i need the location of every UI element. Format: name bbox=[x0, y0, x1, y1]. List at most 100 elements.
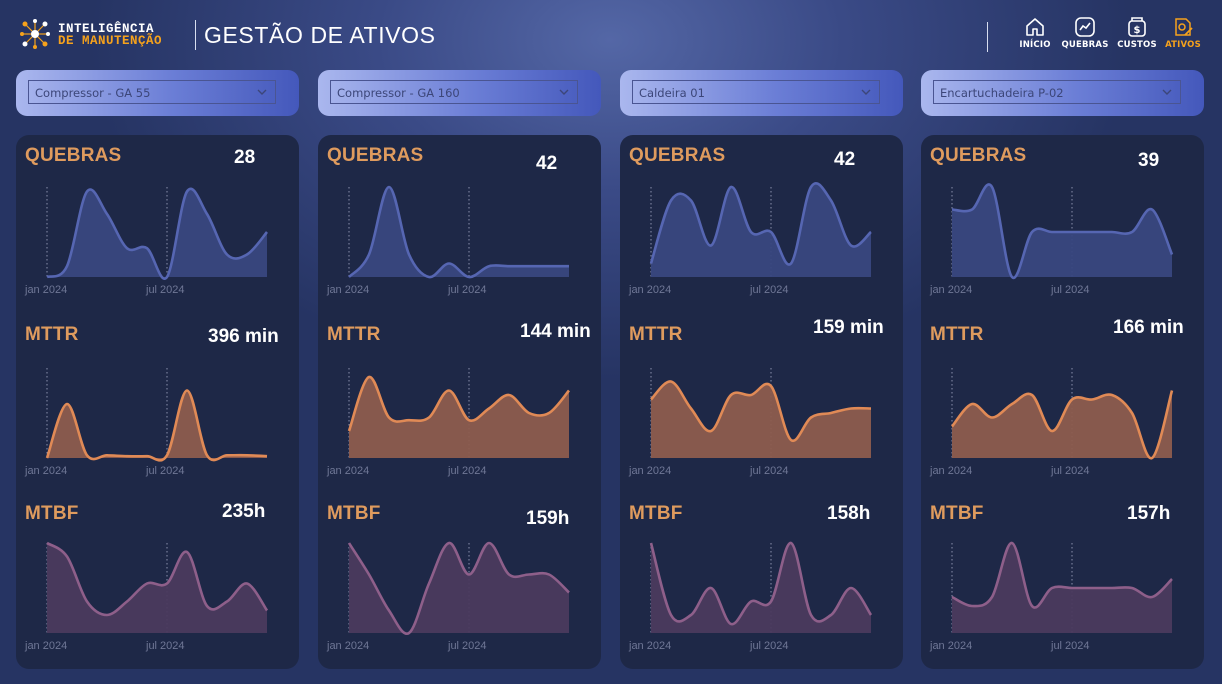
home-icon bbox=[1026, 18, 1044, 36]
x-tick-label: jul 2024 bbox=[145, 640, 185, 652]
x-tick-label: jul 2024 bbox=[1050, 284, 1090, 296]
x-tick-label: jul 2024 bbox=[749, 640, 789, 652]
x-tick-label: jul 2024 bbox=[1050, 465, 1090, 477]
series-area bbox=[349, 376, 569, 458]
chevron-down-icon bbox=[559, 89, 569, 95]
logo-icon bbox=[20, 19, 50, 49]
trend-chart-icon bbox=[1075, 17, 1095, 37]
nav-quebras[interactable]: QUEBRAS bbox=[1058, 16, 1112, 58]
mttr-chart: jan 2024 jul 2024 bbox=[326, 368, 571, 477]
x-tick-label: jul 2024 bbox=[145, 465, 185, 477]
asset-dropdown[interactable]: Compressor - GA 160 bbox=[330, 80, 578, 104]
quebras-value: 42 bbox=[834, 149, 856, 170]
asset-card: QUEBRAS 39 jan 2024 jul 2024 MTTR 166 min… bbox=[921, 135, 1204, 669]
dropdown-value: Compressor - GA 160 bbox=[337, 86, 460, 100]
asset-dropdown[interactable]: Compressor - GA 55 bbox=[28, 80, 276, 104]
mttr-value: 144 min bbox=[520, 321, 591, 342]
quebras-value: 28 bbox=[234, 147, 256, 168]
mttr-chart: jan 2024 jul 2024 bbox=[24, 368, 268, 477]
mttr-label: MTTR bbox=[25, 324, 79, 345]
x-tick-label: jul 2024 bbox=[1050, 640, 1090, 652]
series-area bbox=[47, 390, 267, 461]
x-tick-label: jan 2024 bbox=[929, 640, 972, 652]
nav-label: INÍCIO bbox=[1019, 40, 1051, 50]
x-tick-label: jan 2024 bbox=[929, 284, 972, 296]
dropdown-value: Compressor - GA 55 bbox=[35, 86, 151, 100]
mttr-chart: jan 2024 jul 2024 bbox=[929, 368, 1174, 477]
asset-dropdown[interactable]: Encartuchadeira P-02 bbox=[933, 80, 1181, 104]
page-title: GESTÃO DE ATIVOS bbox=[204, 22, 436, 48]
x-tick-label: jan 2024 bbox=[326, 284, 369, 296]
gear-edit-icon bbox=[1175, 18, 1193, 36]
mttr-label: MTTR bbox=[327, 324, 381, 345]
asset-card: QUEBRAS 28 jan 2024 jul 2024 MTTR 396 min… bbox=[16, 135, 299, 669]
series-area bbox=[651, 183, 871, 277]
mttr-chart: jan 2024 jul 2024 bbox=[628, 368, 872, 477]
quebras-label: QUEBRAS bbox=[930, 145, 1027, 166]
x-tick-label: jan 2024 bbox=[24, 465, 67, 477]
mtbf-chart: jan 2024 jul 2024 bbox=[326, 541, 570, 652]
chevron-down-icon bbox=[861, 89, 871, 95]
brand-line-2: DE MANUTENÇÃO bbox=[58, 34, 163, 48]
series-area bbox=[952, 390, 1172, 459]
x-tick-label: jul 2024 bbox=[447, 284, 487, 296]
quebras-chart: jan 2024 jul 2024 bbox=[929, 183, 1174, 296]
x-tick-label: jan 2024 bbox=[24, 640, 67, 652]
quebras-value: 39 bbox=[1138, 150, 1160, 171]
asset-card: QUEBRAS 42 jan 2024 jul 2024 MTTR 144 min… bbox=[318, 135, 601, 669]
quebras-chart: jan 2024 jul 2024 bbox=[24, 187, 269, 296]
nav-ativos[interactable]: ATIVOS bbox=[1156, 16, 1210, 58]
quebras-label: QUEBRAS bbox=[327, 145, 424, 166]
asset-filter: Compressor - GA 160 bbox=[318, 70, 601, 116]
header-divider bbox=[195, 20, 196, 50]
x-tick-label: jul 2024 bbox=[447, 640, 487, 652]
mttr-value: 159 min bbox=[813, 317, 884, 338]
x-tick-label: jan 2024 bbox=[628, 284, 671, 296]
dollar-box-icon: $ bbox=[1128, 17, 1146, 37]
nav-divider bbox=[987, 22, 988, 52]
asset-filter: Caldeira 01 bbox=[620, 70, 903, 116]
x-tick-label: jan 2024 bbox=[628, 465, 671, 477]
mtbf-value: 235h bbox=[222, 501, 266, 522]
mtbf-chart: jan 2024 jul 2024 bbox=[929, 541, 1173, 652]
quebras-label: QUEBRAS bbox=[629, 145, 726, 166]
quebras-chart: jan 2024 jul 2024 bbox=[326, 185, 569, 296]
chevron-down-icon bbox=[1162, 89, 1172, 95]
x-tick-label: jul 2024 bbox=[447, 465, 487, 477]
nav-label: QUEBRAS bbox=[1061, 40, 1109, 50]
mtbf-value: 159h bbox=[526, 508, 570, 529]
brand-name: INTELIGÊNCIA DE MANUTENÇÃO bbox=[58, 23, 163, 48]
mtbf-label: MTBF bbox=[327, 503, 381, 524]
chevron-down-icon bbox=[257, 89, 267, 95]
quebras-chart: jan 2024 jul 2024 bbox=[628, 182, 872, 296]
x-tick-label: jan 2024 bbox=[628, 640, 671, 652]
x-tick-label: jan 2024 bbox=[326, 465, 369, 477]
nav-inicio[interactable]: INÍCIO bbox=[1008, 16, 1062, 58]
svg-text:$: $ bbox=[1134, 25, 1141, 36]
series-area bbox=[651, 381, 871, 458]
quebras-value: 42 bbox=[536, 153, 558, 174]
dropdown-value: Caldeira 01 bbox=[639, 86, 705, 100]
mtbf-label: MTBF bbox=[629, 503, 683, 524]
x-tick-label: jul 2024 bbox=[749, 465, 789, 477]
asset-filter: Compressor - GA 55 bbox=[16, 70, 299, 116]
quebras-label: QUEBRAS bbox=[25, 145, 122, 166]
asset-filter: Encartuchadeira P-02 bbox=[921, 70, 1204, 116]
mtbf-chart: jan 2024 jul 2024 bbox=[628, 541, 873, 652]
x-tick-label: jan 2024 bbox=[326, 640, 369, 652]
mtbf-chart: jan 2024 jul 2024 bbox=[24, 541, 269, 652]
mttr-label: MTTR bbox=[629, 324, 683, 345]
mtbf-value: 157h bbox=[1127, 503, 1171, 524]
x-tick-label: jan 2024 bbox=[24, 284, 67, 296]
dropdown-value: Encartuchadeira P-02 bbox=[940, 86, 1064, 100]
asset-dropdown[interactable]: Caldeira 01 bbox=[632, 80, 880, 104]
header: INTELIGÊNCIA DE MANUTENÇÃO GESTÃO DE ATI… bbox=[0, 0, 1222, 70]
mtbf-value: 158h bbox=[827, 503, 871, 524]
x-tick-label: jul 2024 bbox=[749, 284, 789, 296]
mttr-value: 166 min bbox=[1113, 317, 1184, 338]
mtbf-label: MTBF bbox=[930, 503, 984, 524]
mttr-value: 396 min bbox=[208, 326, 279, 347]
x-tick-label: jul 2024 bbox=[145, 284, 185, 296]
asset-card: QUEBRAS 42 jan 2024 jul 2024 MTTR 159 min… bbox=[620, 135, 903, 669]
mtbf-label: MTBF bbox=[25, 503, 79, 524]
